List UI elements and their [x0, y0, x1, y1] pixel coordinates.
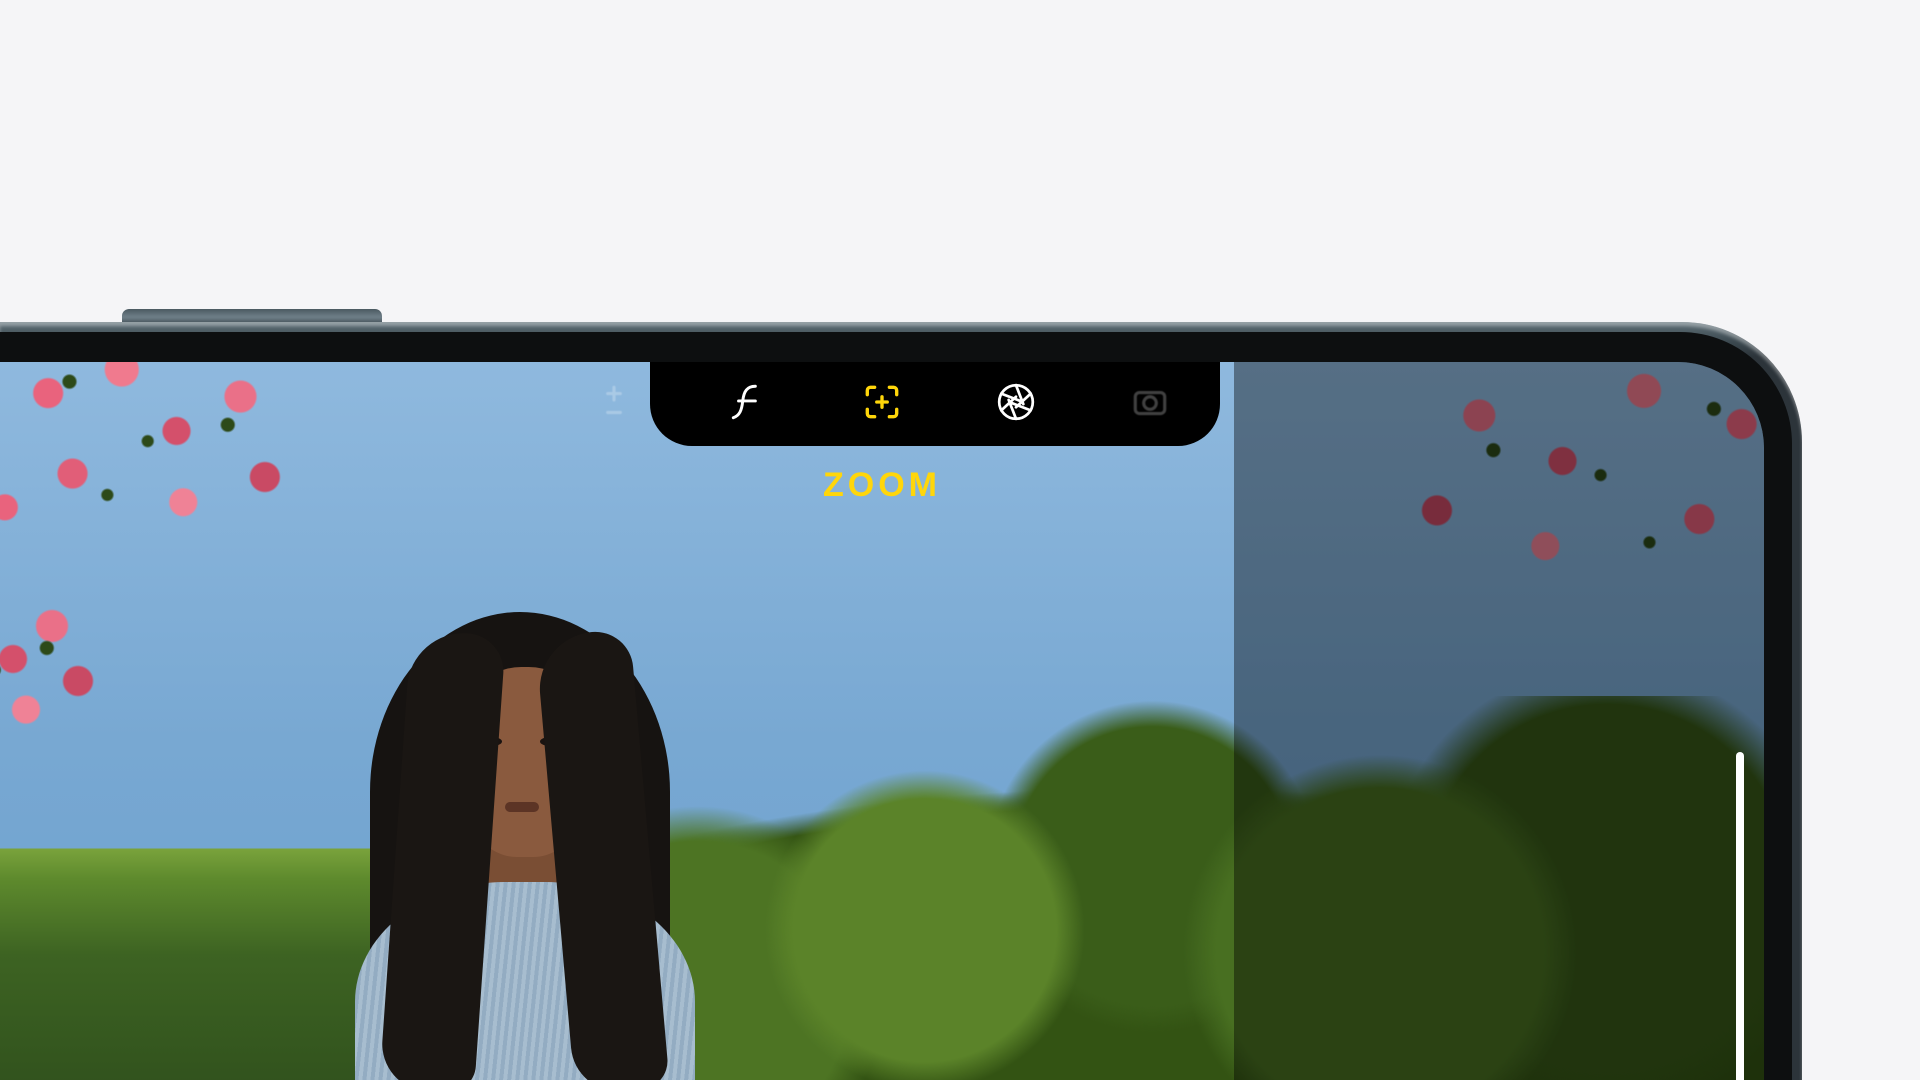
zoom-frame-button[interactable]: [856, 378, 908, 430]
aperture-wheel-icon: [995, 381, 1037, 428]
camera-top-controls: [0, 373, 1764, 435]
switch-cam-button[interactable]: [1124, 378, 1176, 430]
zoom-frame-icon: [861, 381, 903, 428]
camera-screen: ZOOM: [0, 362, 1764, 1080]
exposure-button[interactable]: [588, 378, 640, 430]
phone-chassis: ZOOM: [0, 322, 1802, 1080]
exposure-slider[interactable]: [1736, 752, 1744, 1080]
aperture-button[interactable]: [722, 378, 774, 430]
filter-button[interactable]: [990, 378, 1042, 430]
scene-subject: [300, 552, 760, 1080]
plus-minus-icon: [593, 381, 635, 428]
overlay-mode-label: ZOOM: [0, 466, 1764, 505]
f-stop-icon: [727, 381, 769, 428]
phone-bezel: ZOOM: [0, 332, 1792, 1080]
scene-flowers: [0, 582, 130, 802]
camera-switch-icon: [1129, 381, 1171, 428]
